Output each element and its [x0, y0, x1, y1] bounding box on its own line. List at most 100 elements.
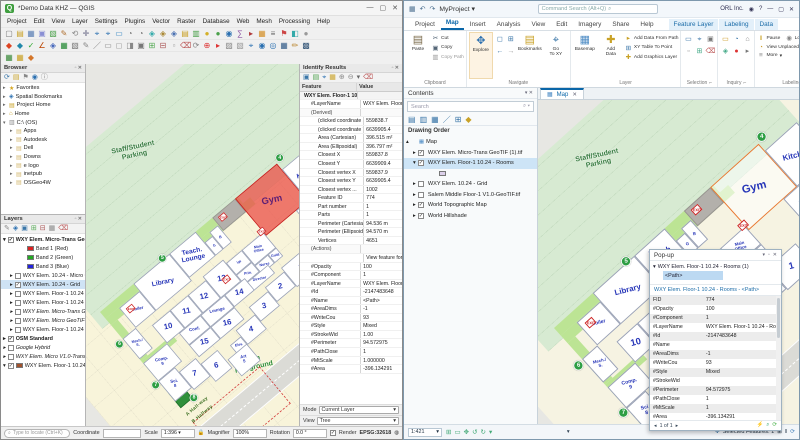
browser-tree-item[interactable]: ▸ ▤ Apps [1, 127, 85, 136]
project-title[interactable]: MyProject ▾ [439, 5, 475, 13]
attribute-row[interactable]: #StrokeWid [650, 377, 776, 386]
attribute-row[interactable]: #MtScale 1 [650, 404, 776, 413]
toolbar-icon[interactable]: ◆ [15, 41, 25, 51]
view-unplaced-button[interactable]: ◔View Unplaced [757, 44, 800, 51]
toolbar-icon[interactable]: ▨ [224, 41, 234, 51]
selection-tool-icon[interactable]: ▫ [683, 46, 693, 57]
ribbon-tab[interactable]: Map [441, 17, 464, 30]
toolbar-icon[interactable]: ◆ [26, 53, 36, 63]
identify-row[interactable]: View feature form [300, 254, 402, 263]
toolbar-icon[interactable]: ▸ [246, 29, 256, 39]
toolbar-icon[interactable]: ◻ [114, 41, 124, 51]
identify-row[interactable]: #LayerName WXY Elem. Floor-1 1... [300, 100, 402, 109]
layer-checkbox[interactable] [418, 202, 424, 208]
help-button[interactable]: ? [759, 6, 762, 12]
attribute-row[interactable]: #Id -2147483648 [650, 332, 776, 341]
identify-row[interactable]: Closest vertex X 559837.9 [300, 169, 402, 178]
layer-item[interactable]: Band 1 (Red) [1, 244, 85, 253]
layer-item[interactable]: ▸ WXY Elem. 10.24 - Micro Grid [1, 271, 85, 280]
toolbar-icon[interactable]: ◈ [158, 29, 168, 39]
toolbar-icon[interactable]: ⌖ [92, 29, 102, 39]
ribbon-context-tab[interactable]: Data [755, 19, 779, 30]
add-graphics-layer-button[interactable]: ✚Add Graphics Layer [625, 53, 679, 61]
toolbar-icon[interactable]: ◔ [136, 29, 146, 39]
attribute-row[interactable]: #Name [650, 341, 776, 350]
ribbon-tab[interactable]: Share [607, 19, 634, 30]
toolbar-icon[interactable]: ◔ [125, 29, 135, 39]
layer-checkbox[interactable] [418, 150, 424, 156]
toolbar-icon[interactable]: ● [202, 29, 212, 39]
close-tab-icon[interactable]: ✕ [572, 92, 577, 98]
toolbar-icon[interactable]: ⌫ [180, 41, 190, 51]
contents-layer-item[interactable]: ▸ Salem Middle Floor-1 V1.0-GeoTIF.tif [404, 190, 537, 201]
attribute-row[interactable]: #Component 1 [650, 314, 776, 323]
menu-item[interactable]: Plugins [125, 18, 146, 25]
dialog-launcher-icon[interactable]: ⌐ [743, 80, 746, 86]
refresh-map-icon[interactable]: ⟳ [790, 429, 795, 435]
layers-tool-icon[interactable]: ◈ [13, 224, 18, 234]
more-button[interactable]: ≡More ▾ [757, 52, 800, 59]
layers-tool-icon[interactable]: ⌫ [58, 224, 68, 234]
toolbar-icon[interactable]: ∑ [235, 29, 245, 39]
selection-tool-icon[interactable]: ▭ [683, 34, 693, 45]
undo-nav-icon[interactable]: ↺ [472, 428, 477, 436]
identify-row[interactable]: Closest Y 6639909.4 [300, 160, 402, 169]
xy-table-button[interactable]: ⊞XY Table To Point [625, 44, 679, 52]
bookmarks-button[interactable]: ▤Bookmarks [518, 32, 542, 79]
toolbar-icon[interactable]: ⟳ [191, 41, 201, 51]
layer-checkbox[interactable] [15, 318, 21, 324]
contents-view-icon[interactable]: ／ [443, 114, 451, 125]
menu-item[interactable]: Settings [95, 18, 118, 25]
browser-tree-item[interactable]: ▸ ★ Favorites [1, 84, 85, 93]
menu-item[interactable]: Web [237, 18, 250, 25]
ribbon-tab[interactable]: Help [635, 19, 658, 30]
toolbar-icon[interactable]: ▭ [114, 29, 124, 39]
identify-row[interactable]: Parts 1 [300, 211, 402, 220]
toolbar-icon[interactable]: ▣ [136, 41, 146, 51]
goto-xy-button[interactable]: ⌖Go To XY [544, 32, 568, 79]
identify-row[interactable]: Area (Ellipsoidal) 396.797 m² [300, 143, 402, 152]
identify-tool-icon[interactable]: ⊕ [339, 73, 345, 83]
add-data-from-path-button[interactable]: ▸Add Data From Path [625, 34, 679, 42]
contents-layer-item[interactable]: ▸ World Topographic Map [404, 200, 537, 211]
contents-layer-item[interactable]: ▸ WXY Elem. Micro-Trans GeoTIF (1).tif [404, 148, 537, 159]
identify-tool-icon[interactable]: ⌖ [322, 73, 326, 83]
attribute-row[interactable]: #PathClose 1 [650, 395, 776, 404]
popup-group-label[interactable]: WXY Elem. Floor-1 10.24 - Rooms (1) [658, 264, 749, 270]
layer-item[interactable]: ▸ WXY Elem. 10.24 - Grid [1, 280, 85, 289]
lock-icon[interactable]: 🔒 [198, 430, 205, 436]
locate-search[interactable]: ⌕Type to locate (Ctrl+K) [4, 429, 70, 438]
identify-row[interactable]: #Area -396.134291 [300, 365, 402, 374]
paste-button[interactable]: ▤Paste [406, 32, 430, 79]
identify-row[interactable]: #Component 1 [300, 271, 402, 280]
save-icon[interactable]: ▦ [409, 5, 416, 13]
pause-drawing-icon[interactable]: ‖ [785, 429, 787, 435]
identify-row[interactable]: #PathClose 1 [300, 348, 402, 357]
ribbon-tab[interactable]: Imagery [573, 19, 606, 30]
identify-row[interactable]: #Name <Path> [300, 297, 402, 306]
identify-row[interactable]: (clicked coordinate X) 559838.7 [300, 117, 402, 126]
layer-checkbox[interactable] [8, 354, 14, 360]
command-search[interactable]: Command Search (Alt+Q)⌕ [538, 4, 658, 14]
toolbar-icon[interactable]: ⌖ [103, 29, 113, 39]
identify-row[interactable]: Vertices 4651 [300, 237, 402, 246]
toolbar-icon[interactable]: ◎ [268, 41, 278, 51]
grid-icon[interactable]: ⊞ [446, 428, 451, 436]
toolbar-icon[interactable]: ◧ [290, 29, 300, 39]
layer-checkbox[interactable] [15, 282, 21, 288]
browser-tool-icon[interactable]: ▤ [13, 73, 20, 83]
toolbar-icon[interactable]: ▧ [70, 41, 80, 51]
toolbar-icon[interactable]: ／ [92, 41, 102, 51]
identify-tool-icon[interactable]: ▣ [303, 73, 310, 83]
layer-checkbox[interactable] [8, 345, 14, 351]
browser-tree-item[interactable]: ▸ ▤ Project Home [1, 101, 85, 110]
toolbar-icon[interactable]: ● [301, 29, 311, 39]
identify-row[interactable]: Closest vertex Y 6639905.4 [300, 177, 402, 186]
view-select[interactable]: Tree▾ [317, 417, 399, 425]
attribute-row[interactable]: #Opacity 100 [650, 305, 776, 314]
toolbar-icon[interactable]: ▫ [169, 41, 179, 51]
layers-tool-icon[interactable]: ✎ [4, 224, 10, 234]
inquiry-tool-icon[interactable]: ⌂ [742, 34, 752, 45]
pan-icon[interactable]: ✥ [464, 428, 469, 436]
popup-scrollbar[interactable] [776, 296, 781, 420]
